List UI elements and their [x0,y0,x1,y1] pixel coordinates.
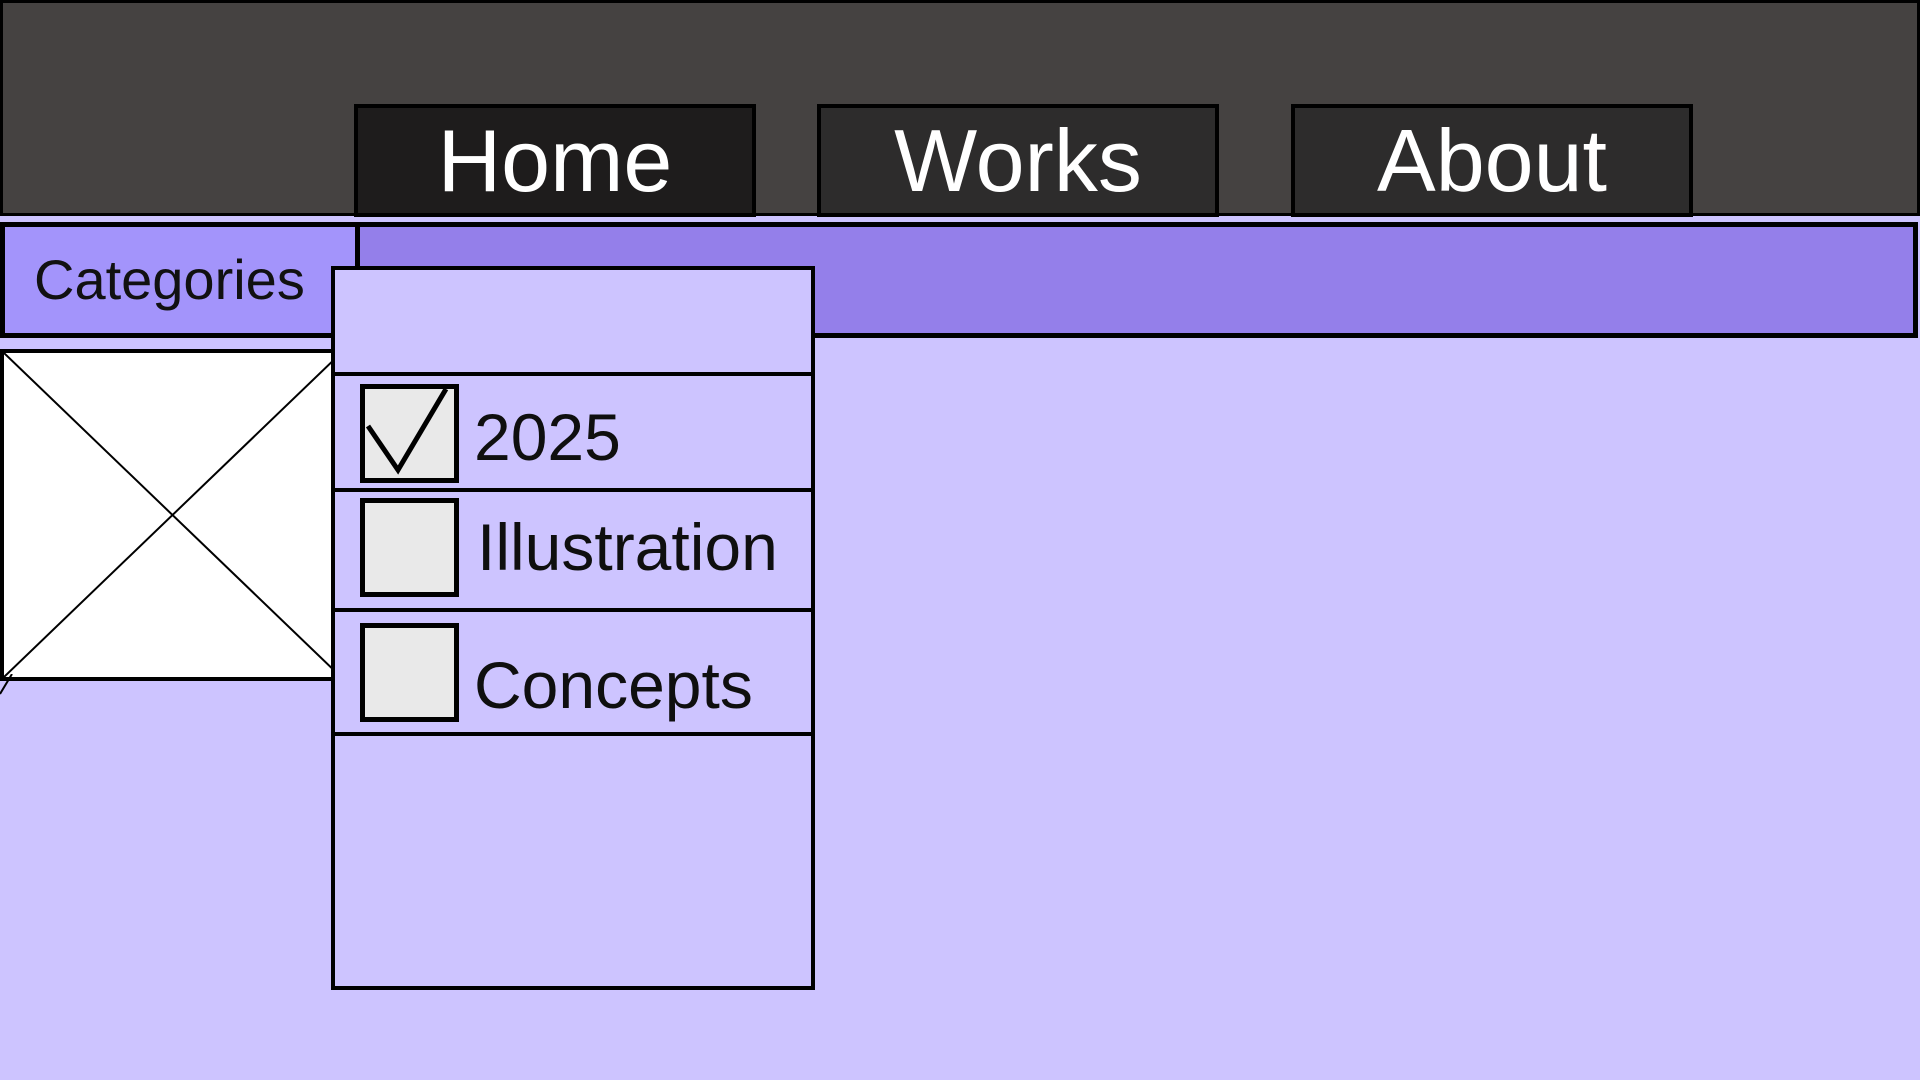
checkbox-concepts[interactable] [360,623,459,722]
filter-option-label: Concepts [474,648,753,722]
filter-option-label: 2025 [474,400,621,474]
tab-works[interactable]: Works [817,104,1219,217]
tab-about[interactable]: About [1291,104,1693,217]
filter-option-concepts[interactable]: Concepts [335,612,811,736]
checkmark-icon [365,389,449,475]
categories-dropdown-button[interactable]: Categories [0,222,360,338]
image-placeholder-cross [4,353,341,677]
filter-option-label: Illustration [477,510,778,584]
top-nav-bar: Home Works About [0,0,1920,217]
filter-option-2025[interactable]: 2025 [335,376,811,492]
checkbox-illustration[interactable] [360,498,459,597]
image-placeholder-icon [0,349,345,681]
categories-dropdown-panel: 2025 Illustration Concepts [331,266,815,990]
tab-home[interactable]: Home [354,104,756,217]
checkbox-2025[interactable] [360,384,459,483]
filter-option-illustration[interactable]: Illustration [335,492,811,612]
dropdown-header [335,270,811,376]
